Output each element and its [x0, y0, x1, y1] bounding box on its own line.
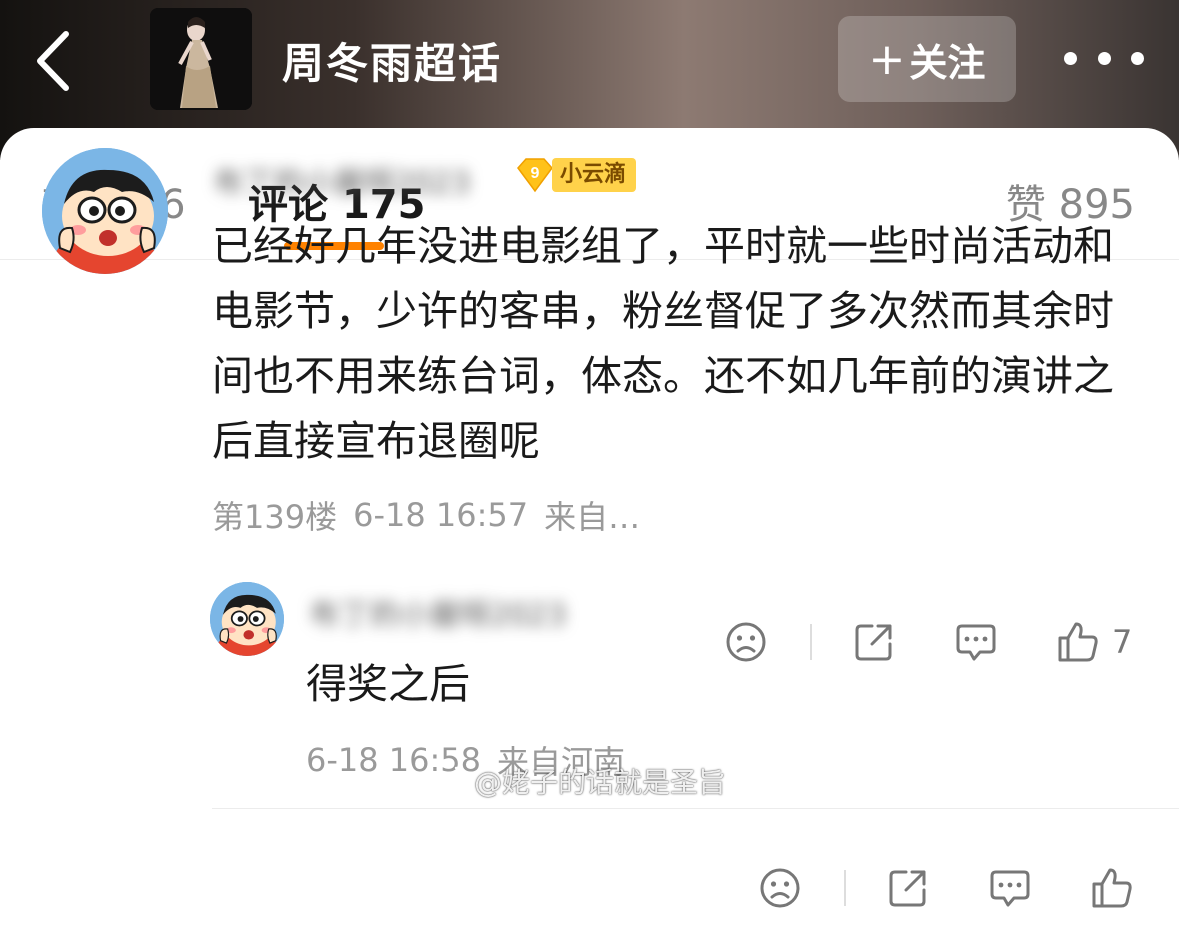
follow-button[interactable]: + 关注 — [838, 16, 1016, 102]
comment-meta: 第139楼 6-18 16:57 来自… — [212, 490, 656, 540]
action-separator — [810, 624, 812, 660]
reply-username[interactable]: 布丁的小屋呀2023 — [310, 590, 600, 630]
like-button[interactable]: 7 — [1056, 620, 1132, 664]
topic-title[interactable]: 周冬雨超话 — [282, 30, 502, 91]
watermark: @姥子的话就是圣旨 — [430, 758, 726, 804]
level-diamond-icon: 9 — [514, 156, 556, 194]
follow-label: 关注 — [909, 40, 986, 85]
chevron-left-icon — [37, 31, 69, 91]
level-number: 9 — [531, 165, 540, 182]
back-button[interactable] — [26, 26, 86, 96]
share-icon[interactable] — [886, 866, 930, 910]
action-separator — [844, 870, 846, 906]
level-badge-text: 小云滴 — [552, 158, 637, 192]
share-icon[interactable] — [852, 620, 896, 664]
comment-datetime: 6-18 16:57 — [353, 496, 529, 534]
thumbs-up-icon[interactable] — [1090, 866, 1134, 910]
portrait-image — [150, 8, 252, 110]
comment-text: 已经好几年没进电影组了，平时就一些时尚活动和电影节，少许的客串，粉丝督促了多次然… — [212, 222, 1114, 465]
comment-floor: 第139楼 — [212, 498, 338, 536]
topic-thumbnail[interactable] — [150, 8, 252, 110]
reply-avatar[interactable] — [210, 582, 284, 656]
bottom-divider — [212, 808, 1179, 809]
sad-face-icon[interactable] — [758, 866, 802, 910]
user-level-badge[interactable]: 9 小云滴 — [514, 156, 637, 194]
plus-icon: + — [868, 33, 906, 85]
cartoon-avatar-image — [42, 148, 168, 274]
watermark-text: @姥子的话就是圣旨 — [474, 766, 727, 799]
like-count: 7 — [1112, 623, 1133, 661]
comment-source: 来自… — [544, 498, 641, 536]
comment-username[interactable]: 布丁的小屋呀2023 — [214, 158, 496, 198]
comment-icon[interactable] — [988, 866, 1032, 910]
cartoon-avatar-image — [210, 582, 284, 656]
comment-icon[interactable] — [954, 620, 998, 664]
weibo-logo-icon — [431, 766, 468, 796]
sad-face-icon[interactable] — [724, 620, 768, 664]
avatar[interactable] — [42, 148, 168, 274]
thumbs-up-icon — [1058, 622, 1098, 662]
more-dots-icon[interactable] — [1064, 36, 1144, 80]
reply-text: 得奖之后 — [306, 660, 470, 708]
